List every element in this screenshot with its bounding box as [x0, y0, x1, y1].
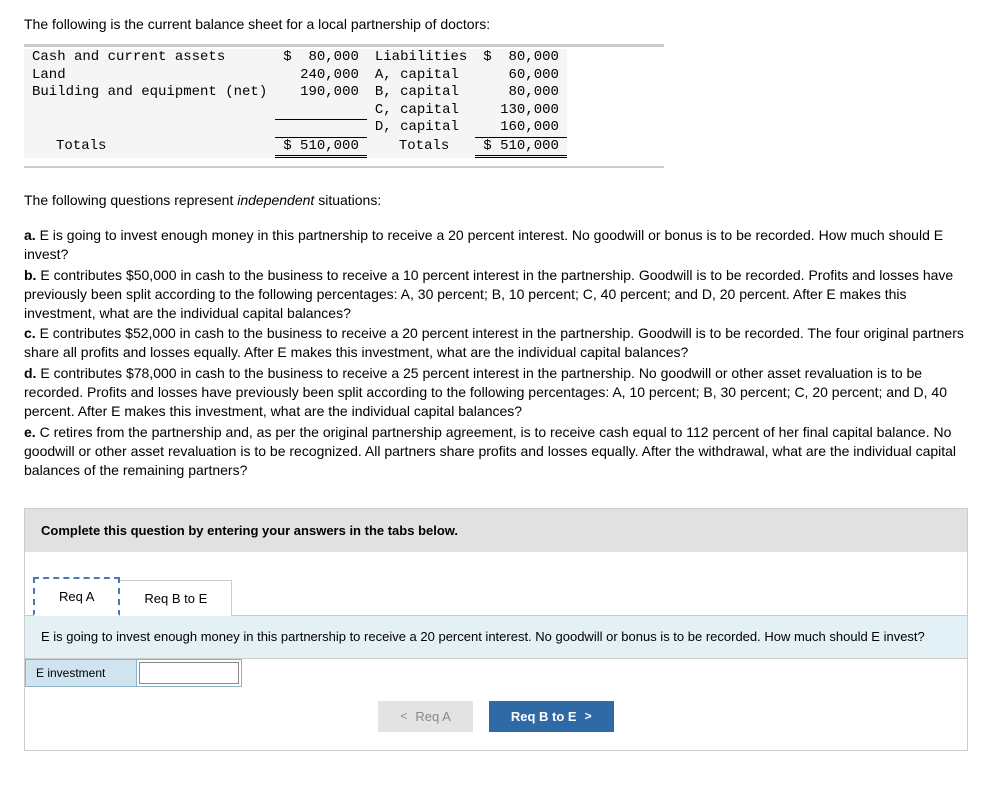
q-text-d: E contributes $78,000 in cash to the bus…	[24, 365, 947, 419]
q-text-c: E contributes $52,000 in cash to the bus…	[24, 325, 964, 360]
bs-left-value: 240,000	[275, 67, 367, 85]
answer-section: Complete this question by entering your …	[24, 508, 968, 751]
tab-req-b-to-e[interactable]: Req B to E	[120, 580, 232, 616]
bs-right-value: 160,000	[475, 119, 567, 137]
intro-text: The following is the current balance she…	[24, 16, 968, 32]
complete-prompt: Complete this question by entering your …	[25, 509, 967, 552]
chevron-right-icon: >	[585, 709, 592, 723]
e-investment-input[interactable]	[139, 662, 239, 684]
bs-totals-label: Totals	[24, 137, 275, 157]
next-label: Req B to E	[511, 709, 577, 724]
bs-right-label: A, capital	[367, 67, 475, 85]
qi-part-a: The following questions represent	[24, 192, 237, 208]
bs-right-label: C, capital	[367, 102, 475, 120]
prev-req-button[interactable]: < Req A	[378, 701, 472, 732]
q-text-a: E is going to invest enough money in thi…	[24, 227, 943, 262]
balance-sheet-table: Cash and current assets $ 80,000 Liabili…	[24, 49, 567, 158]
bs-right-label: Liabilities	[367, 49, 475, 67]
bs-top-rule	[24, 44, 664, 47]
bs-totals-right: $ 510,000	[475, 137, 567, 157]
next-req-button[interactable]: Req B to E >	[489, 701, 614, 732]
q-text-b: E contributes $50,000 in cash to the bus…	[24, 267, 953, 321]
bs-totals-left: $ 510,000	[275, 137, 367, 157]
bs-bottom-rule	[24, 166, 664, 168]
q-label-a: a.	[24, 227, 36, 243]
e-investment-label: E investment	[25, 659, 137, 687]
tabs-row: Req A Req B to E	[25, 552, 967, 616]
bs-totals-label: Totals	[367, 137, 475, 157]
bs-right-value: 80,000	[475, 84, 567, 102]
bs-right-value: $ 80,000	[475, 49, 567, 67]
q-label-b: b.	[24, 267, 36, 283]
bs-left-value: $ 80,000	[275, 49, 367, 67]
chevron-left-icon: <	[400, 709, 407, 723]
bs-left-label: Land	[24, 67, 275, 85]
tab-content-prompt: E is going to invest enough money in thi…	[25, 616, 967, 659]
qi-part-c: situations:	[314, 192, 381, 208]
bs-left-label: Building and equipment (net)	[24, 84, 275, 102]
bs-right-value: 130,000	[475, 102, 567, 120]
bs-right-label: B, capital	[367, 84, 475, 102]
q-label-c: c.	[24, 325, 36, 341]
e-investment-cell	[137, 659, 242, 687]
bs-left-label: Cash and current assets	[24, 49, 275, 67]
q-label-d: d.	[24, 365, 36, 381]
nav-buttons: < Req A Req B to E >	[25, 687, 967, 750]
q-text-e: C retires from the partnership and, as p…	[24, 424, 956, 478]
question-list: a. E is going to invest enough money in …	[24, 226, 968, 480]
bs-right-value: 60,000	[475, 67, 567, 85]
prev-label: Req A	[415, 709, 450, 724]
bs-right-label: D, capital	[367, 119, 475, 137]
questions-intro: The following questions represent indepe…	[24, 192, 968, 208]
qi-part-b: independent	[237, 192, 314, 208]
q-label-e: e.	[24, 424, 36, 440]
tab-req-a[interactable]: Req A	[33, 577, 120, 616]
bs-left-value: 190,000	[275, 84, 367, 102]
input-row: E investment	[25, 659, 967, 687]
